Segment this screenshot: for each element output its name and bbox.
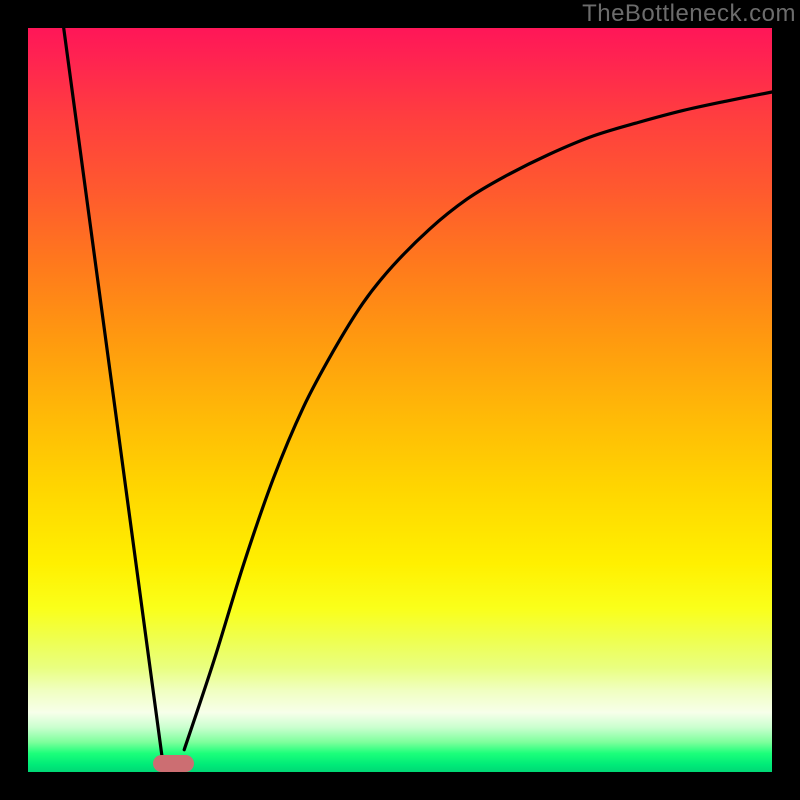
watermark-text: TheBottleneck.com: [582, 0, 796, 28]
left-branch-path: [64, 28, 162, 756]
plot-area: [28, 28, 772, 772]
right-branch-path: [184, 92, 772, 750]
bottleneck-marker: [153, 755, 194, 772]
curve-layer: [28, 28, 772, 772]
chart-frame: TheBottleneck.com: [0, 0, 800, 800]
